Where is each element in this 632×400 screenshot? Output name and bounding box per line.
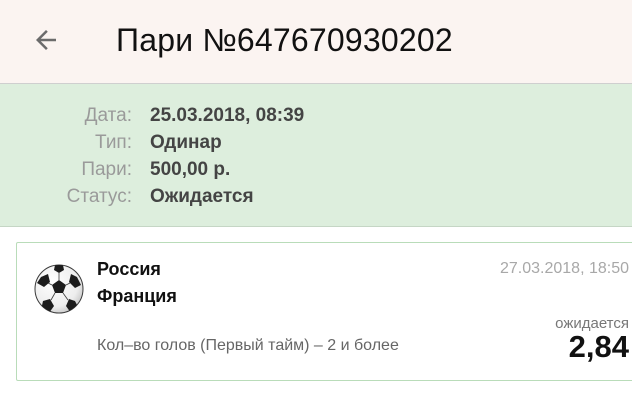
stake-value: 500,00 р. <box>150 159 231 180</box>
team-away: Франция <box>97 286 177 306</box>
status-value: Ожидается <box>150 186 254 207</box>
info-row-stake: Пари: 500,00 р. <box>0 156 632 184</box>
back-button[interactable] <box>28 22 64 58</box>
type-value: Одинар <box>150 132 222 153</box>
page-title: Пари №647670930202 <box>116 22 453 58</box>
status-label: Статус: <box>66 186 132 207</box>
bet-market: Кол–во голов (Первый тайм) – 2 и более <box>97 337 399 354</box>
arrow-left-icon <box>36 30 56 50</box>
info-row-type: Тип: Одинар <box>0 129 632 157</box>
event-datetime: 27.03.2018, 18:50 <box>499 260 629 277</box>
bet-odds: 2,84 <box>568 329 629 364</box>
soccer-ball-icon <box>34 264 84 314</box>
bet-event-card[interactable]: Россия Франция 27.03.2018, 18:50 Кол–во … <box>16 242 632 381</box>
type-label: Тип: <box>95 132 132 153</box>
stake-label: Пари: <box>81 159 132 180</box>
date-label: Дата: <box>84 105 132 126</box>
bet-info-panel: Дата: 25.03.2018, 08:39 Тип: Одинар Пари… <box>0 84 632 227</box>
date-value: 25.03.2018, 08:39 <box>150 105 305 126</box>
app-bar: Пари №647670930202 <box>0 0 632 84</box>
info-row-date: Дата: 25.03.2018, 08:39 <box>0 102 632 130</box>
team-home: Россия <box>97 259 161 279</box>
info-row-status: Статус: Ожидается <box>0 183 632 211</box>
